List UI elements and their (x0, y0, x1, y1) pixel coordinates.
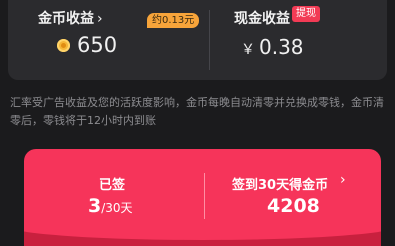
chevron-right-icon[interactable]: › (340, 172, 346, 188)
signed-days-total: /30天 (101, 201, 133, 215)
coin-income-title[interactable]: 金币收益 › (38, 8, 103, 28)
signin-card-divider (204, 173, 205, 219)
coin-icon (57, 39, 70, 52)
coin-income-section[interactable]: 金币收益 › 约0.13元 650 (28, 0, 200, 80)
signin-card[interactable]: 已签 3/30天 签到30天得金币 › 4208 (24, 149, 381, 246)
earnings-card: 金币收益 › 约0.13元 650 现金收益 提现 ￥ 0.38 (8, 0, 387, 80)
signin-reward-link[interactable]: 签到30天得金币 (232, 174, 328, 193)
coin-approx-value-badge: 约0.13元 (147, 13, 200, 28)
currency-symbol: ￥ (241, 42, 255, 58)
signed-label: 已签 (99, 178, 126, 193)
section-divider (209, 10, 210, 70)
cash-balance-value: ￥ 0.38 (241, 35, 304, 59)
cash-income-title: 现金收益 (234, 11, 290, 27)
signed-days-count: 3/30天 (88, 195, 133, 217)
coin-balance-value: 650 (77, 33, 118, 57)
earnings-page: 金币收益 › 约0.13元 650 现金收益 提现 ￥ 0.38 汇率受广告收益及您… (0, 0, 395, 246)
signin-reward-value: 4208 (267, 195, 320, 217)
chevron-right-icon: › (97, 11, 103, 27)
exchange-rate-note: 汇率受广告收益及您的活跃度影响，金币每晚自动清零并兑换成零钱，金币清零后，零钱将… (10, 96, 384, 127)
cash-balance-amount: 0.38 (259, 35, 304, 59)
signed-days-value: 3 (88, 195, 102, 217)
coin-income-title-text: 金币收益 (38, 11, 94, 27)
card-curve-decoration (24, 210, 381, 240)
withdraw-button[interactable]: 提现 (292, 6, 320, 22)
